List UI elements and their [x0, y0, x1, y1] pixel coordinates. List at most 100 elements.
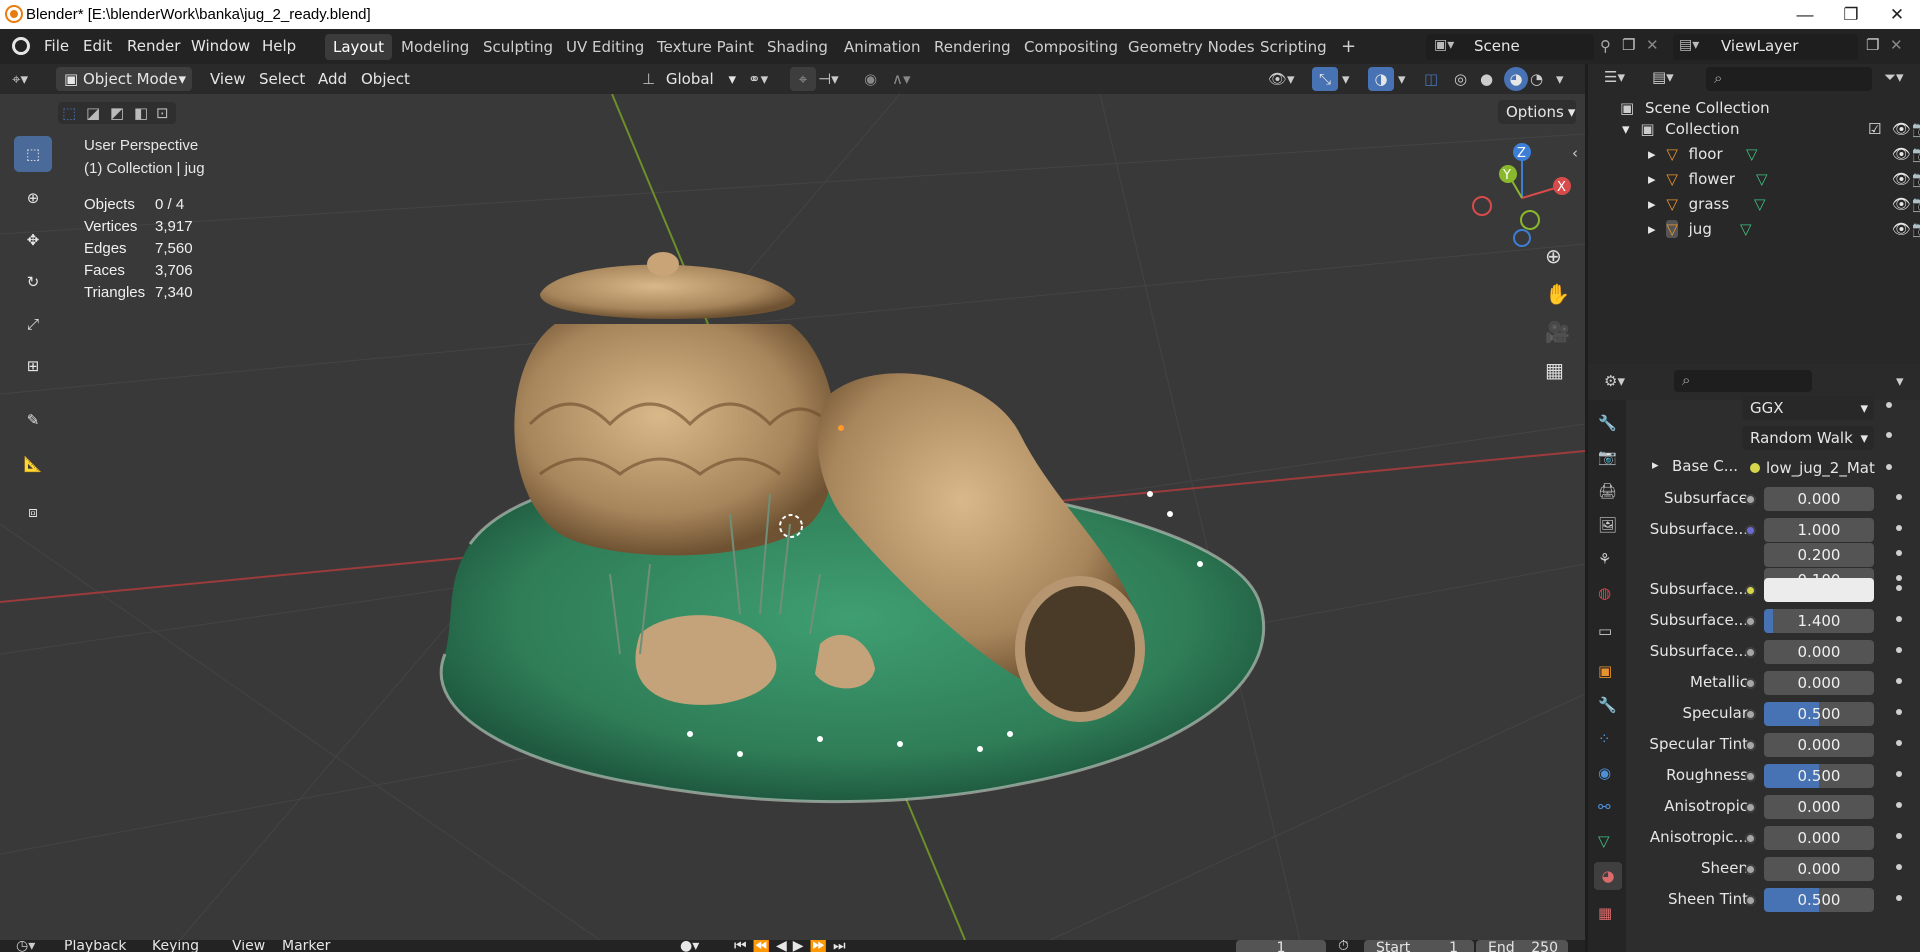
mode-selector[interactable]: ▣ Object Mode ▾ — [56, 67, 192, 91]
new-view-layer-icon[interactable]: ❐ — [1866, 36, 1879, 54]
transform-orientation-dropdown[interactable]: ⊥ Global ▾ — [642, 67, 736, 91]
overlay-dropdown-icon[interactable]: ▾ — [1398, 67, 1406, 91]
blender-menu-icon[interactable] — [12, 37, 30, 55]
property-value-field[interactable]: 0.000 — [1764, 671, 1874, 695]
menu-keying[interactable]: Keying — [152, 940, 199, 952]
render-camera-icon[interactable]: 📷 — [1912, 218, 1920, 240]
keyframe-dot[interactable] — [1896, 895, 1902, 901]
select-subtract-icon[interactable]: ◩ — [110, 104, 124, 122]
timeline-editor-icon[interactable]: ◷▾ — [16, 940, 35, 952]
select-extend-icon[interactable]: ◪ — [86, 104, 100, 122]
tab-layout[interactable]: Layout — [325, 34, 392, 60]
base-color-link[interactable]: low_jug_2_Mat... — [1766, 456, 1876, 480]
render-camera-icon[interactable]: 📷 — [1912, 118, 1920, 140]
socket-dot-icon[interactable] — [1745, 525, 1756, 536]
view-layer-selector[interactable]: ▤▾ ViewLayer — [1673, 34, 1858, 60]
render-tab-icon[interactable]: 📷 — [1598, 448, 1617, 466]
gizmo-neg-z-icon[interactable] — [1513, 229, 1531, 247]
close-button[interactable]: ✕ — [1874, 0, 1920, 29]
keyframe-dot[interactable] — [1896, 802, 1902, 808]
socket-dot-icon[interactable] — [1745, 585, 1756, 596]
visibility-eye-icon[interactable]: 👁 — [1892, 193, 1911, 215]
physics-tab-icon[interactable]: ◉ — [1598, 764, 1611, 782]
add-workspace-icon[interactable]: + — [1333, 34, 1364, 60]
camera-view-icon[interactable]: 🎥 — [1545, 320, 1570, 344]
keyframe-dot[interactable] — [1886, 464, 1892, 470]
socket-dot-icon[interactable] — [1745, 709, 1756, 720]
annotate-tool[interactable]: ✎ — [14, 402, 52, 438]
menu-marker[interactable]: Marker — [282, 940, 330, 952]
property-value-field[interactable]: 0.200 — [1764, 543, 1874, 567]
menu-file[interactable]: File — [44, 37, 69, 55]
keyframe-dot[interactable] — [1896, 616, 1902, 622]
render-camera-icon[interactable]: 📷 — [1912, 143, 1920, 165]
rendered-shading-icon[interactable]: ◔ — [1530, 67, 1543, 91]
scene-selector[interactable]: ▣▾ Scene — [1426, 34, 1594, 60]
property-value-field[interactable] — [1764, 578, 1874, 602]
menu-view-timeline[interactable]: View — [232, 940, 265, 952]
socket-dot-icon[interactable] — [1745, 833, 1756, 844]
pan-hand-icon[interactable]: ✋ — [1545, 282, 1570, 306]
outliner-item-grass[interactable]: ▸ ▽ grass ▽ 👁 📷 — [1648, 193, 1920, 215]
menu-view[interactable]: View — [210, 67, 246, 91]
property-value-field[interactable]: 0.000 — [1764, 487, 1874, 511]
keyframe-dot[interactable] — [1886, 432, 1892, 438]
scale-tool[interactable]: ⤢ — [14, 306, 52, 342]
menu-render[interactable]: Render — [127, 37, 180, 55]
render-camera-icon[interactable]: 📷 — [1912, 168, 1920, 190]
filter-icon[interactable]: ⏷▾ — [1884, 68, 1904, 86]
tab-sculpting[interactable]: Sculpting — [475, 34, 561, 60]
property-value-field[interactable]: 0.000 — [1764, 857, 1874, 881]
keyframe-dot[interactable] — [1886, 402, 1892, 408]
start-frame-field[interactable]: Start 1 — [1364, 940, 1474, 952]
tab-animation[interactable]: Animation — [836, 34, 928, 60]
outliner-editor-icon[interactable]: ☰▾ — [1604, 68, 1625, 86]
xray-toggle-icon[interactable]: ◫ — [1424, 67, 1438, 91]
tool-tab-icon[interactable]: 🔧 — [1598, 414, 1617, 432]
socket-dot-icon[interactable] — [1745, 494, 1756, 505]
3d-viewport[interactable]: ⬚ ◪ ◩ ◧ ⊡ ⬚ ⊕ ✥ ↻ ⤢ ⊞ ✎ 📐 ⧈ User Perspec… — [0, 94, 1585, 940]
property-value-field[interactable]: 0.000 — [1764, 640, 1874, 664]
keyframe-dot[interactable] — [1896, 740, 1902, 746]
property-value-field[interactable]: 0.000 — [1764, 826, 1874, 850]
property-value-field[interactable]: 0.500 — [1764, 702, 1874, 726]
current-frame-field[interactable]: 1 — [1236, 940, 1326, 952]
snap-target-icon[interactable]: ⊣▾ — [818, 67, 839, 91]
world-tab-icon[interactable]: ◍ — [1598, 584, 1611, 602]
keyframe-dot[interactable] — [1896, 550, 1902, 556]
delete-scene-icon[interactable]: ✕ — [1646, 36, 1659, 54]
menu-object[interactable]: Object — [361, 67, 410, 91]
constraints-tab-icon[interactable]: ⚯ — [1598, 798, 1611, 816]
select-intersect-icon[interactable]: ⊡ — [156, 104, 169, 122]
menu-select[interactable]: Select — [259, 67, 305, 91]
tab-scripting[interactable]: Scripting — [1252, 34, 1335, 60]
output-tab-icon[interactable]: 🖨 — [1598, 482, 1617, 500]
data-tab-icon[interactable]: ▽ — [1598, 832, 1610, 850]
socket-dot-icon[interactable] — [1745, 771, 1756, 782]
properties-editor-icon[interactable]: ⚙▾ — [1604, 372, 1625, 390]
end-frame-field[interactable]: End 250 — [1476, 940, 1568, 952]
outliner-collection[interactable]: ▾ ▣ Collection ☑ 👁 📷 — [1622, 118, 1920, 140]
socket-dot-icon[interactable] — [1745, 647, 1756, 658]
display-mode-icon[interactable]: ▤▾ — [1652, 68, 1674, 86]
select-box-tool[interactable]: ⬚ — [14, 136, 52, 172]
move-tool[interactable]: ✥ — [14, 222, 52, 258]
socket-dot-icon[interactable] — [1745, 864, 1756, 875]
distribution-dropdown[interactable]: GGX ▾ — [1742, 396, 1874, 420]
cursor-tool[interactable]: ⊕ — [14, 180, 52, 216]
menu-window[interactable]: Window — [191, 37, 250, 55]
keyframe-dot[interactable] — [1896, 525, 1902, 531]
transform-tool[interactable]: ⊞ — [14, 348, 52, 384]
property-value-field[interactable]: 0.500 — [1764, 888, 1874, 912]
expand-arrow-icon[interactable]: ▸ — [1652, 458, 1659, 473]
material-tab-icon[interactable]: ◕ — [1594, 862, 1622, 890]
select-invert-icon[interactable]: ◧ — [134, 104, 148, 122]
delete-view-layer-icon[interactable]: ✕ — [1890, 36, 1903, 54]
navigation-gizmo[interactable]: Z X Y — [1470, 138, 1580, 248]
pivot-point-icon[interactable]: ⚭▾ — [748, 67, 768, 91]
select-new-icon[interactable]: ⬚ — [62, 104, 76, 122]
outliner-item-floor[interactable]: ▸ ▽ floor ▽ 👁 📷 — [1648, 143, 1920, 165]
keyframe-dot[interactable] — [1896, 709, 1902, 715]
tab-geometry-nodes[interactable]: Geometry Nodes — [1120, 34, 1263, 60]
properties-options-icon[interactable]: ▾ — [1896, 372, 1904, 390]
